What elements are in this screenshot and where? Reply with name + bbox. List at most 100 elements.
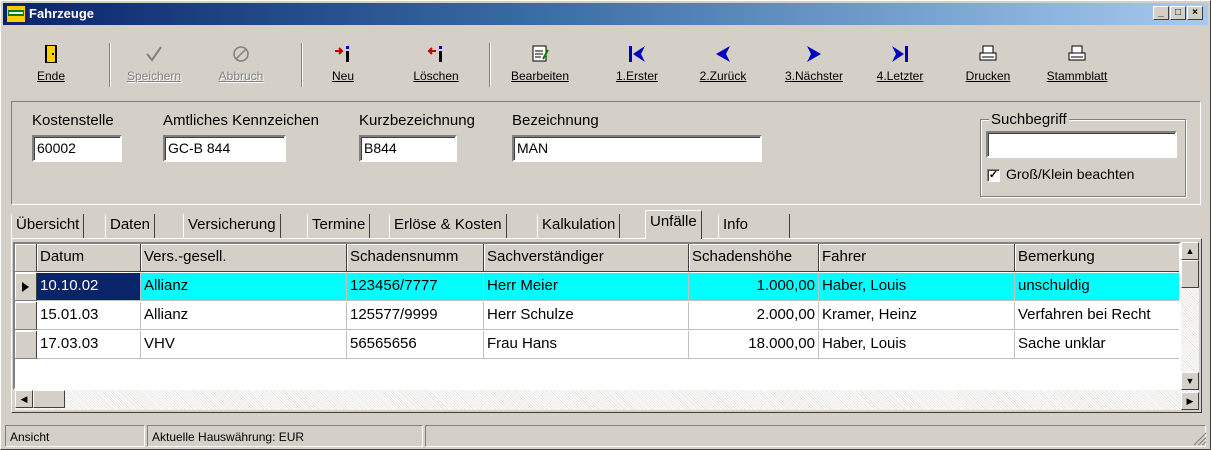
window-title: Fahrzeuge [29,6,95,21]
status-currency: Aktuelle Hauswährung: EUR [147,425,423,447]
naechster-button[interactable]: 3.Nächster [776,43,852,93]
status-empty-panel [425,425,1206,447]
scroll-right-button[interactable]: ▶ [1181,392,1199,410]
table-cell[interactable]: Herr Meier [484,273,689,301]
horizontal-scroll-thumb[interactable] [33,390,65,408]
scroll-up-button[interactable]: ▲ [1181,242,1199,260]
horizontal-scrollbar[interactable]: ◀ [15,390,1181,410]
tab-info[interactable]: Info [718,214,790,238]
bezeichnung-label: Bezeichnung [512,112,599,129]
column-header-schadenshoehe[interactable]: Schadenshöhe [689,244,819,272]
kurzbezeichnung-field[interactable]: B844 [359,135,457,162]
letzter-button[interactable]: 4.Letzter [869,43,931,93]
table-cell[interactable]: 18.000,00 [689,331,819,359]
toolbar: Ende Speichern Abbruch Neu Löschen Bearb… [3,27,1208,95]
table-cell[interactable]: Haber, Louis [819,273,1015,301]
table-cell[interactable]: 123456/7777 [347,273,484,301]
speichern-button[interactable]: Speichern [121,43,187,93]
search-group-title: Suchbegriff [989,111,1069,128]
column-header-datum[interactable]: Datum [37,244,141,272]
cancel-icon [233,46,249,62]
table-cell[interactable]: 125577/9999 [347,302,484,330]
status-bar: Ansicht Aktuelle Hauswährung: EUR [3,425,1208,447]
toolbar-separator [301,43,303,87]
table-cell[interactable]: 1.000,00 [689,273,819,301]
row-indicator[interactable] [15,302,37,330]
table-cell[interactable]: Allianz [141,273,347,301]
vertical-scrollbar[interactable]: ▲ ▼ ▶ [1181,242,1199,410]
column-header-schadensnummer[interactable]: Schadensnumm [347,244,484,272]
fahrzeuge-window: Fahrzeuge _ □ × Ende Speichern Abbruch N… [0,0,1211,450]
kennzeichen-label: Amtliches Kennzeichen [163,112,319,129]
neu-button[interactable]: Neu [321,43,365,93]
tab-erloese-kosten[interactable]: Erlöse & Kosten [389,214,507,238]
tab-termine[interactable]: Termine [307,214,371,238]
toolbar-separator [489,43,491,87]
scroll-left-button[interactable]: ◀ [15,390,33,408]
tab-kalkulation[interactable]: Kalkulation [537,214,621,238]
previous-record-icon [716,46,730,62]
table-cell[interactable]: unschuldig [1015,273,1179,301]
row-indicator-header [15,244,37,272]
tab-strip: Übersicht Daten Versicherung Termine Erl… [11,210,1201,239]
column-header-bemerkung[interactable]: Bemerkung [1015,244,1179,272]
abbruch-button[interactable]: Abbruch [211,43,271,93]
table-cell[interactable]: 15.01.03 [37,302,141,330]
kennzeichen-field[interactable]: GC-B 844 [163,135,286,162]
kostenstelle-label: Kostenstelle [32,112,114,129]
table-cell[interactable]: Allianz [141,302,347,330]
printer-icon [979,45,997,61]
row-indicator[interactable] [15,331,37,359]
ende-button[interactable]: Ende [21,43,81,93]
table-cell[interactable]: 17.03.03 [37,331,141,359]
table-cell[interactable]: Kramer, Heinz [819,302,1015,330]
column-header-sachverstaendiger[interactable]: Sachverständiger [484,244,689,272]
drucken-button[interactable]: Drucken [959,43,1017,93]
kostenstelle-field[interactable]: 60002 [32,135,122,162]
table-cell[interactable]: Haber, Louis [819,331,1015,359]
search-input[interactable] [986,131,1177,158]
search-groupbox: Suchbegriff ✓ Groß/Klein beachten [980,111,1186,197]
minimize-button[interactable]: _ [1153,6,1169,20]
bearbeiten-button[interactable]: Bearbeiten [500,43,580,93]
loeschen-button[interactable]: Löschen [403,43,469,93]
last-record-icon [892,46,908,62]
accidents-grid[interactable]: Datum Vers.-gesell. Schadensnumm Sachver… [13,242,1181,390]
exit-door-icon [45,45,57,63]
table-cell[interactable]: 56565656 [347,331,484,359]
table-cell[interactable]: Verfahren bei Recht [1015,302,1179,330]
status-mode: Ansicht [5,425,145,447]
tab-uebersicht[interactable]: Übersicht [11,214,85,238]
title-bar[interactable]: Fahrzeuge _ □ × [3,3,1208,25]
zurueck-button[interactable]: 2.Zurück [691,43,755,93]
column-header-vers-gesell[interactable]: Vers.-gesell. [141,244,347,272]
maximize-button[interactable]: □ [1170,6,1186,20]
table-cell[interactable]: VHV [141,331,347,359]
case-sensitive-checkbox[interactable]: ✓ [987,169,1000,182]
case-sensitive-label: Groß/Klein beachten [1006,166,1135,182]
table-cell[interactable]: 2.000,00 [689,302,819,330]
close-button[interactable]: × [1187,6,1203,20]
row-indicator[interactable] [15,273,37,301]
table-cell[interactable]: Herr Schulze [484,302,689,330]
stammblatt-button[interactable]: Stammblatt [1039,43,1115,93]
tab-daten[interactable]: Daten [105,214,156,238]
current-row-arrow-icon [22,282,29,292]
erster-button[interactable]: 1.Erster [608,43,666,93]
column-header-fahrer[interactable]: Fahrer [819,244,1015,272]
tab-versicherung[interactable]: Versicherung [183,214,281,238]
kurzbezeichnung-label: Kurzbezeichnung [359,112,475,129]
edit-icon [532,45,549,62]
vehicle-header-panel: Kostenstelle 60002 Amtliches Kennzeichen… [11,101,1201,205]
tab-unfaelle[interactable]: Unfälle [645,210,702,239]
table-cell[interactable]: Frau Hans [484,331,689,359]
resize-grip-icon[interactable] [1192,431,1206,445]
bezeichnung-field[interactable]: MAN [512,135,762,162]
table-cell[interactable]: 10.10.02 [37,273,141,301]
table-cell[interactable]: Sache unklar [1015,331,1179,359]
delete-record-icon [427,46,442,62]
app-icon [7,6,25,22]
vertical-scroll-thumb[interactable] [1181,260,1199,288]
printer-icon [1068,45,1086,61]
scroll-down-button[interactable]: ▼ [1181,372,1199,390]
